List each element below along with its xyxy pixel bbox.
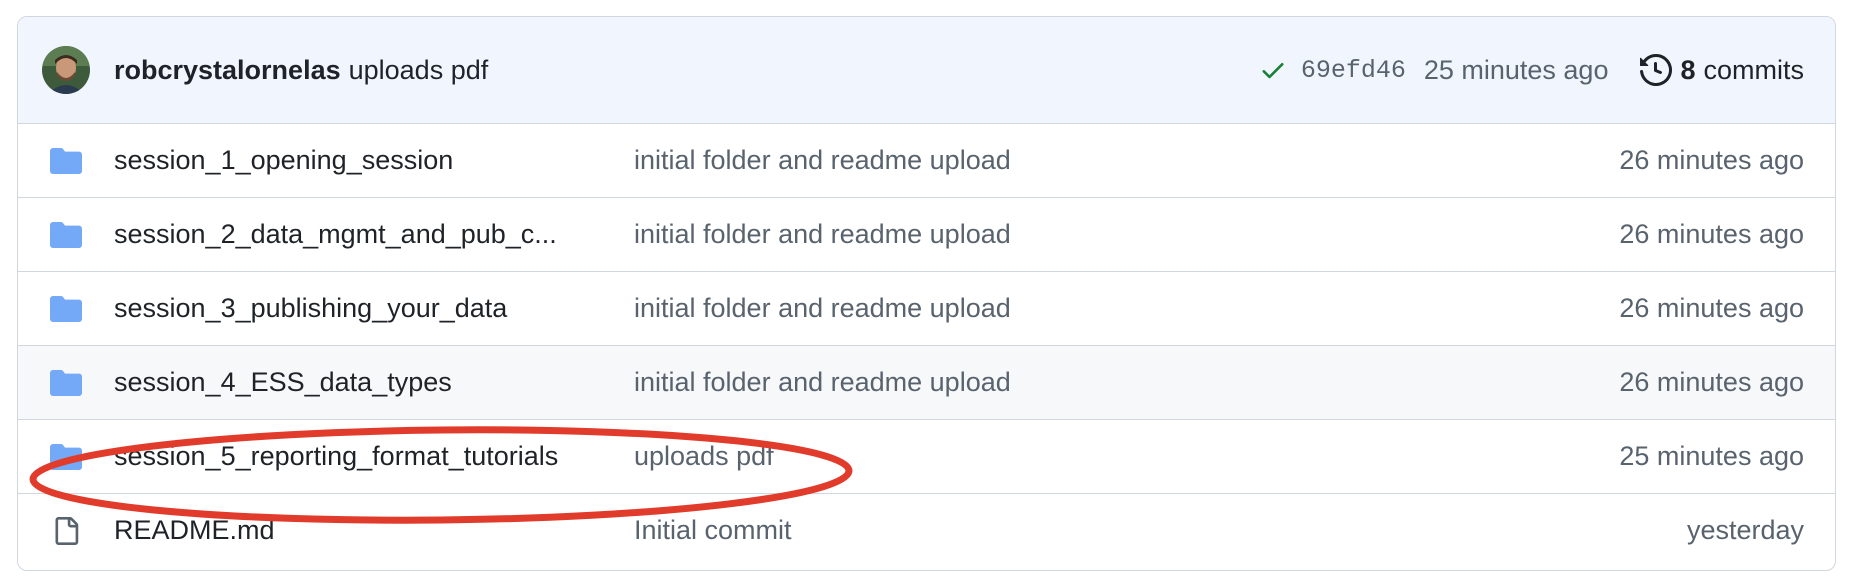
file-row[interactable]: session_3_publishing_your_data initial f… bbox=[18, 272, 1835, 346]
check-icon[interactable] bbox=[1259, 56, 1287, 84]
last-commit-time: 26 minutes ago bbox=[1619, 367, 1804, 397]
last-commit-time: 26 minutes ago bbox=[1619, 219, 1804, 249]
last-commit-time: 26 minutes ago bbox=[1619, 145, 1804, 175]
folder-icon bbox=[50, 295, 82, 323]
file-list: session_1_opening_session initial folder… bbox=[18, 124, 1835, 567]
commit-time: 25 minutes ago bbox=[1423, 54, 1609, 85]
commit-count: 8 bbox=[1680, 54, 1696, 85]
file-name-link[interactable]: session_3_publishing_your_data bbox=[114, 293, 634, 324]
file-name-link[interactable]: README.md bbox=[114, 515, 634, 546]
file-row[interactable]: README.md Initial commit yesterday bbox=[18, 494, 1835, 567]
file-row[interactable]: session_1_opening_session initial folder… bbox=[18, 124, 1835, 198]
last-commit-time: 25 minutes ago bbox=[1619, 441, 1804, 471]
file-name-link[interactable]: session_1_opening_session bbox=[114, 145, 634, 176]
file-icon bbox=[50, 516, 82, 545]
last-commit-message[interactable]: uploads pdf bbox=[634, 441, 1619, 472]
file-name-link[interactable]: session_2_data_mgmt_and_pub_c... bbox=[114, 219, 634, 250]
latest-commit-bar: robcrystalornelas uploads pdf 69efd46 25… bbox=[18, 17, 1835, 124]
file-row[interactable]: session_2_data_mgmt_and_pub_c... initial… bbox=[18, 198, 1835, 272]
folder-icon bbox=[50, 369, 82, 397]
commit-sha[interactable]: 69efd46 bbox=[1301, 56, 1406, 85]
last-commit-time: yesterday bbox=[1686, 515, 1804, 545]
last-commit-message[interactable]: initial folder and readme upload bbox=[634, 293, 1619, 324]
file-name-link[interactable]: session_5_reporting_format_tutorials bbox=[114, 441, 634, 472]
last-commit-message[interactable]: initial folder and readme upload bbox=[634, 367, 1619, 398]
history-icon bbox=[1640, 54, 1673, 86]
folder-icon bbox=[50, 443, 82, 471]
last-commit-message[interactable]: Initial commit bbox=[634, 515, 1687, 546]
last-commit-message[interactable]: initial folder and readme upload bbox=[634, 219, 1619, 250]
commit-message[interactable]: uploads pdf bbox=[349, 55, 489, 86]
folder-icon bbox=[50, 221, 82, 249]
last-commit-message[interactable]: initial folder and readme upload bbox=[634, 145, 1619, 176]
file-name-link[interactable]: session_4_ESS_data_types bbox=[114, 367, 634, 398]
file-row[interactable]: session_5_reporting_format_tutorials upl… bbox=[18, 420, 1835, 494]
commit-author[interactable]: robcrystalornelas bbox=[114, 55, 341, 86]
file-row[interactable]: session_4_ESS_data_types initial folder … bbox=[18, 346, 1835, 420]
file-browser: robcrystalornelas uploads pdf 69efd46 25… bbox=[17, 16, 1836, 571]
avatar[interactable] bbox=[42, 46, 90, 94]
last-commit-time: 26 minutes ago bbox=[1619, 293, 1804, 323]
folder-icon bbox=[50, 147, 82, 175]
commits-label: commits bbox=[1703, 54, 1805, 85]
commits-history-link[interactable]: 8 commits bbox=[1640, 54, 1804, 86]
